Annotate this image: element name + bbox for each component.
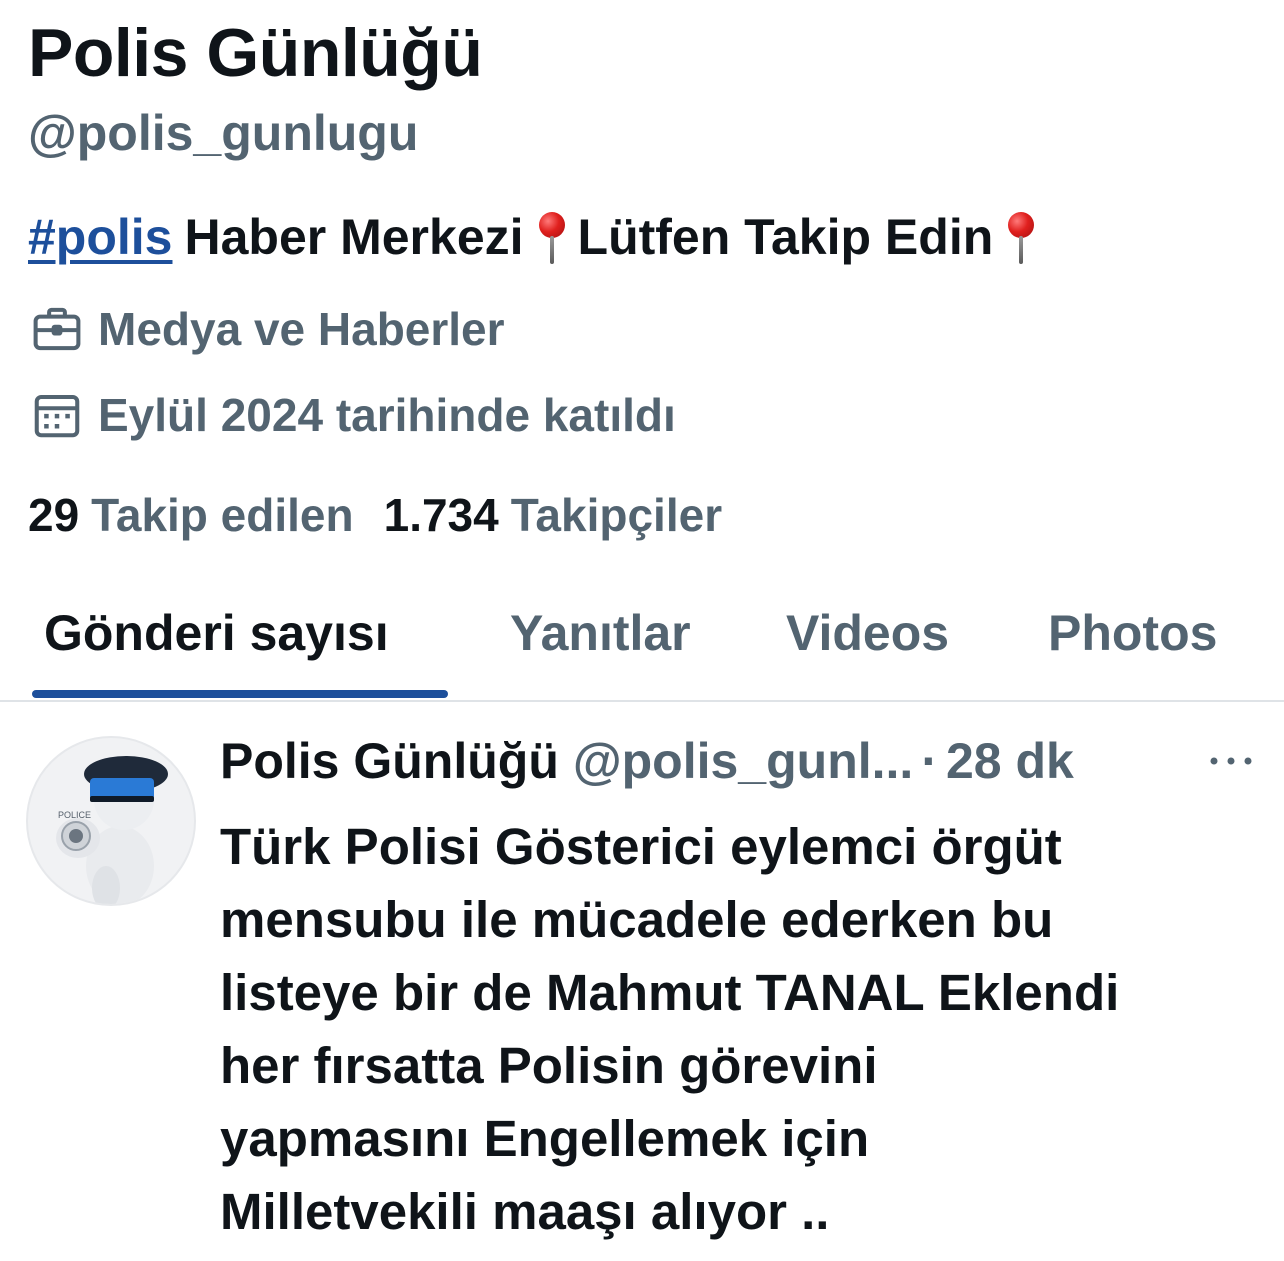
post-author-name[interactable]: Polis Günlüğü: [220, 732, 559, 790]
profile-stats: 29 Takip edilen 1.734 Takipçiler: [28, 488, 722, 542]
active-tab-indicator: [32, 690, 448, 698]
followers-label: Takipçiler: [510, 489, 723, 541]
profile-bio: #polis Haber Merkezi Lütfen Takip Edin: [28, 208, 1047, 266]
bio-hashtag-link[interactable]: #polis: [28, 208, 172, 266]
joined-label: Eylül 2024 tarihinde katıldı: [98, 389, 676, 441]
pushpin-icon: [534, 208, 568, 266]
post-header: Polis Günlüğü @polis_gunl... · 28 dk: [220, 732, 1074, 790]
more-horizontal-icon[interactable]: [1206, 746, 1256, 776]
calendar-icon: [34, 394, 80, 438]
tabs-divider: [0, 700, 1284, 702]
category-label: Medya ve Haberler: [98, 303, 505, 355]
followers-link[interactable]: 1.734 Takipçiler: [384, 488, 722, 542]
pushpin-icon: [1003, 208, 1037, 266]
profile-handle: @polis_gunlugu: [28, 105, 419, 161]
bio-text-part2: Lütfen Takip Edin: [577, 209, 994, 265]
tab-posts[interactable]: Gönderi sayısı: [44, 604, 389, 662]
profile-tabs: Gönderi sayısı Yanıtlar Videos Photos: [0, 590, 1284, 700]
following-label: Takip edilen: [91, 489, 354, 541]
profile-category: Medya ve Haberler: [30, 302, 505, 356]
tab-photos[interactable]: Photos: [1048, 604, 1217, 662]
followers-count: 1.734: [383, 489, 499, 541]
post-timestamp[interactable]: 28 dk: [946, 732, 1074, 790]
tab-videos[interactable]: Videos: [786, 604, 949, 662]
following-count: 29: [28, 489, 80, 541]
svg-text:POLICE: POLICE: [58, 810, 91, 820]
following-link[interactable]: 29 Takip edilen: [28, 488, 354, 542]
police-figure-avatar-image: POLICE: [56, 756, 168, 904]
post-separator: ·: [921, 733, 938, 789]
profile-joined-date: Eylül 2024 tarihinde katıldı: [30, 388, 676, 442]
bio-text-part1: Haber Merkezi: [184, 209, 524, 265]
post-author-handle[interactable]: @polis_gunl...: [573, 732, 913, 790]
tab-replies[interactable]: Yanıtlar: [510, 604, 691, 662]
profile-display-name: Polis Günlüğü: [28, 15, 483, 91]
post-text: Türk Polisi Gösterici eylemci örgüt mens…: [220, 818, 1120, 1240]
briefcase-icon: [33, 307, 81, 351]
avatar[interactable]: POLICE: [26, 736, 196, 906]
